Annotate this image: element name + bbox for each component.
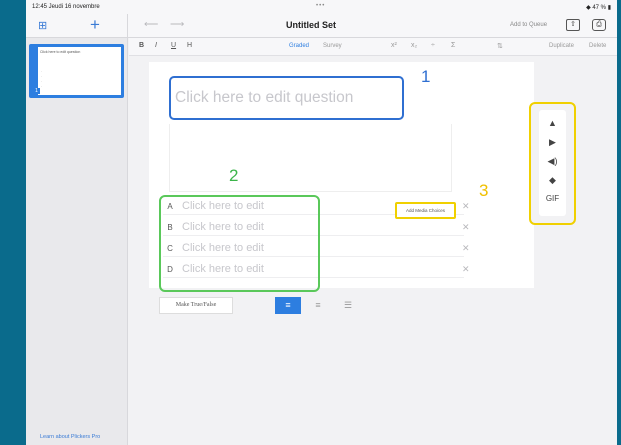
- nav-bar: ⊞ + ⟵ ⟶ Untitled Set Add to Queue ⇧ ⎙: [26, 14, 617, 38]
- battery-icon: ▮: [606, 4, 611, 11]
- question-body-area[interactable]: [169, 124, 452, 192]
- italic-button[interactable]: I: [155, 42, 157, 49]
- question-input[interactable]: Click here to edit question: [175, 89, 353, 107]
- answers-highlight: [159, 195, 320, 292]
- print-icon[interactable]: ⎙: [592, 19, 606, 31]
- status-bar: 12:45 Jeudi 16 novembre ••• ◆ 47 % ▮: [26, 0, 617, 14]
- format-toolbar: B I U H Graded Survey x² x₂ ÷ Σ ⇅ Duplic…: [129, 38, 617, 56]
- status-time-date: 12:45 Jeudi 16 novembre: [32, 4, 100, 10]
- bold-button[interactable]: B: [139, 42, 144, 49]
- set-title[interactable]: Untitled Set: [286, 20, 336, 30]
- media-panel: ▲ ▶ ◀) ◆ GIF: [539, 110, 566, 216]
- redo-icon[interactable]: ⟶: [170, 19, 184, 30]
- battery-percent: 47 %: [592, 4, 607, 11]
- reorder-icon[interactable]: ⇅: [497, 42, 503, 50]
- status-center-dots: •••: [316, 3, 326, 9]
- status-battery: ◆ 47 % ▮: [586, 4, 611, 11]
- question-thumbnail[interactable]: Click here to edit question · · · · 1: [29, 44, 124, 98]
- add-to-queue-button[interactable]: Add to Queue: [510, 22, 547, 28]
- image-icon[interactable]: ▲: [539, 118, 566, 128]
- make-true-false-button[interactable]: Make True/False: [159, 297, 233, 314]
- delete-button[interactable]: Delete: [589, 43, 606, 49]
- graded-tab[interactable]: Graded: [289, 43, 309, 49]
- remove-answer-icon[interactable]: ✕: [462, 264, 470, 275]
- annotation-2: 2: [229, 166, 239, 185]
- heading-button[interactable]: H: [187, 42, 192, 49]
- undo-icon[interactable]: ⟵: [144, 19, 158, 30]
- thumb-title: Click here to edit question: [40, 50, 81, 54]
- thumb-number: 1: [33, 88, 40, 94]
- fraction-icon[interactable]: ÷: [431, 42, 435, 49]
- video-icon[interactable]: ▶: [539, 137, 566, 148]
- annotation-1: 1: [421, 67, 431, 86]
- duplicate-button[interactable]: Duplicate: [549, 43, 574, 49]
- survey-tab[interactable]: Survey: [323, 43, 342, 49]
- sidebar: Click here to edit question · · · · 1 Learn…: [26, 38, 128, 445]
- underline-button[interactable]: U: [171, 42, 176, 49]
- add-media-choices-button[interactable]: Add Media Choices: [395, 202, 456, 219]
- align-center-icon[interactable]: ≡: [305, 297, 331, 314]
- animal-icon[interactable]: ◆: [539, 175, 566, 186]
- ipad-screen: 12:45 Jeudi 16 novembre ••• ◆ 47 % ▮ ⊞ +…: [26, 0, 617, 445]
- annotation-3: 3: [479, 181, 489, 200]
- subscript-icon[interactable]: x₂: [411, 42, 417, 49]
- share-icon[interactable]: ⇧: [566, 19, 580, 31]
- remove-answer-icon[interactable]: ✕: [462, 201, 470, 212]
- align-grid-icon[interactable]: ☰: [335, 297, 361, 314]
- nav-left-section: ⊞ +: [26, 14, 128, 38]
- gif-button[interactable]: GIF: [539, 194, 566, 203]
- remove-answer-icon[interactable]: ✕: [462, 243, 470, 254]
- thumb-choice-dots: · · · ·: [41, 69, 43, 89]
- question-input-highlight[interactable]: Click here to edit question: [169, 76, 404, 120]
- add-question-button[interactable]: +: [86, 16, 104, 34]
- grid-icon[interactable]: ⊞: [38, 20, 50, 32]
- editor-canvas: Click here to edit question A Click here…: [129, 56, 617, 445]
- media-panel-highlight: ▲ ▶ ◀) ◆ GIF: [529, 102, 576, 225]
- question-card: Click here to edit question A Click here…: [149, 62, 534, 292]
- align-left-icon[interactable]: ≡: [275, 297, 301, 314]
- learn-pro-link[interactable]: Learn about Plickers Pro: [40, 434, 100, 440]
- sound-icon[interactable]: ◀): [539, 156, 566, 167]
- superscript-icon[interactable]: x²: [391, 42, 397, 49]
- sigma-icon[interactable]: Σ: [451, 42, 455, 49]
- bottom-controls: Make True/False ≡ ≡ ☰: [159, 297, 399, 317]
- remove-answer-icon[interactable]: ✕: [462, 222, 470, 233]
